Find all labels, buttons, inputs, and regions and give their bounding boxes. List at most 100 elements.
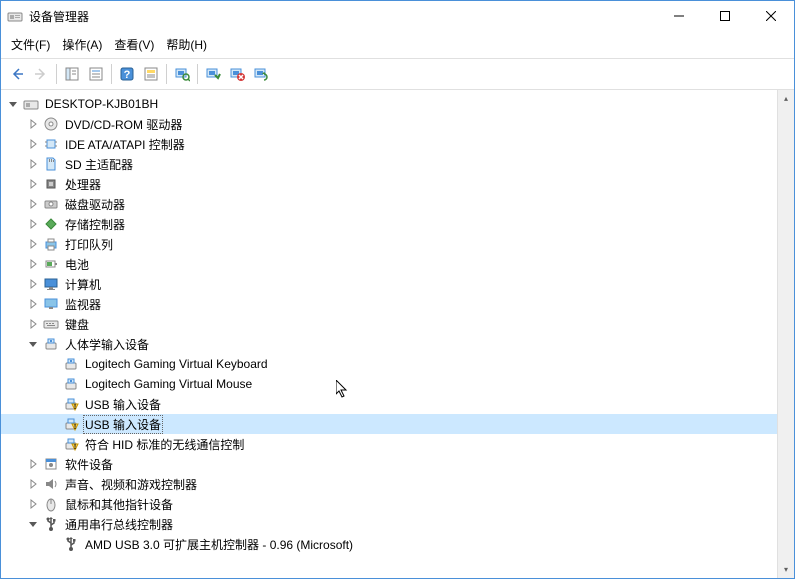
device-tree[interactable]: DESKTOP-KJB01BH DVD/CD-ROM 驱动器 IDE ATA/ATA…	[1, 90, 777, 578]
enable-button[interactable]	[201, 62, 225, 86]
hid-icon	[63, 356, 79, 372]
disc-icon	[43, 116, 59, 132]
tree-node-dvd[interactable]: DVD/CD-ROM 驱动器	[1, 114, 777, 134]
menu-view[interactable]: 查看(V)	[108, 33, 160, 56]
tree-node-cpu[interactable]: 处理器	[1, 174, 777, 194]
menubar: 文件(F) 操作(A) 查看(V) 帮助(H)	[1, 31, 794, 59]
expand-icon[interactable]	[25, 476, 41, 492]
toolbar-separator	[111, 64, 112, 84]
tree-node-label: Logitech Gaming Virtual Mouse	[83, 377, 254, 391]
tree-node-disk[interactable]: 磁盘驱动器	[1, 194, 777, 214]
collapse-icon[interactable]	[25, 516, 41, 532]
tree-node-usb1[interactable]: AMD USB 3.0 可扩展主机控制器 - 0.96 (Microsoft)	[1, 534, 777, 554]
show-hide-tree-button[interactable]	[60, 62, 84, 86]
tree-node-label: USB 输入设备	[83, 396, 163, 413]
expand-icon[interactable]	[25, 456, 41, 472]
tree-node-hid5[interactable]: !符合 HID 标准的无线通信控制	[1, 434, 777, 454]
tree-node-storage[interactable]: 存储控制器	[1, 214, 777, 234]
content-area: DESKTOP-KJB01BH DVD/CD-ROM 驱动器 IDE ATA/ATA…	[1, 90, 794, 578]
update-driver-button[interactable]	[249, 62, 273, 86]
menu-action[interactable]: 操作(A)	[56, 33, 108, 56]
tree-node-label: 监视器	[63, 296, 103, 313]
expand-icon[interactable]	[25, 156, 41, 172]
drive-icon	[43, 196, 59, 212]
tree-node-hid4[interactable]: !USB 输入设备	[1, 414, 777, 434]
help-button[interactable]: ?	[115, 62, 139, 86]
computer-icon	[23, 96, 39, 112]
tree-node-hid3[interactable]: ! USB 输入设备	[1, 394, 777, 414]
tree-node-label: 通用串行总线控制器	[63, 516, 175, 533]
expand-icon[interactable]	[25, 216, 41, 232]
tree-node-label: DESKTOP-KJB01BH	[43, 97, 160, 111]
svg-text:!: !	[74, 404, 76, 411]
tree-node-label: 电池	[63, 256, 91, 273]
audio-icon	[43, 476, 59, 492]
hid-warn-icon: !	[63, 416, 79, 432]
tree-node-root[interactable]: DESKTOP-KJB01BH	[1, 94, 777, 114]
chip-icon	[43, 136, 59, 152]
scan-button[interactable]	[170, 62, 194, 86]
back-button[interactable]	[5, 62, 29, 86]
tree-node-label: AMD USB 3.0 可扩展主机控制器 - 0.96 (Microsoft)	[83, 536, 355, 553]
tree-node-label: 软件设备	[63, 456, 115, 473]
expand-icon[interactable]	[25, 316, 41, 332]
expand-icon[interactable]	[25, 496, 41, 512]
hid-warn-icon: !	[63, 436, 79, 452]
svg-text:?: ?	[124, 69, 131, 81]
minimize-button[interactable]	[656, 1, 702, 31]
expand-icon[interactable]	[25, 196, 41, 212]
hid-icon	[63, 376, 79, 392]
scroll-down-icon[interactable]: ▾	[778, 561, 794, 578]
forward-button[interactable]	[29, 62, 53, 86]
tree-node-usb[interactable]: 通用串行总线控制器	[1, 514, 777, 534]
close-button[interactable]	[748, 1, 794, 31]
monitor-icon	[43, 276, 59, 292]
keyboard-icon	[43, 316, 59, 332]
tree-node-ide[interactable]: IDE ATA/ATAPI 控制器	[1, 134, 777, 154]
scroll-up-icon[interactable]: ▴	[778, 90, 794, 107]
collapse-icon[interactable]	[25, 336, 41, 352]
tree-node-mouse[interactable]: 鼠标和其他指针设备	[1, 494, 777, 514]
expand-icon[interactable]	[25, 296, 41, 312]
vertical-scrollbar[interactable]: ▴ ▾	[777, 90, 794, 578]
tree-node-keyboard[interactable]: 键盘	[1, 314, 777, 334]
usb-icon	[63, 536, 79, 552]
uninstall-button[interactable]	[225, 62, 249, 86]
mouse-icon	[43, 496, 59, 512]
tree-node-software[interactable]: 软件设备	[1, 454, 777, 474]
expand-icon[interactable]	[25, 136, 41, 152]
tree-node-label: IDE ATA/ATAPI 控制器	[63, 136, 187, 153]
expand-icon[interactable]	[25, 256, 41, 272]
tree-node-hid1[interactable]: Logitech Gaming Virtual Keyboard	[1, 354, 777, 374]
tree-node-label: 磁盘驱动器	[63, 196, 127, 213]
tree-node-battery[interactable]: 电池	[1, 254, 777, 274]
tree-node-hid2[interactable]: Logitech Gaming Virtual Mouse	[1, 374, 777, 394]
menu-help[interactable]: 帮助(H)	[160, 33, 213, 56]
expand-icon[interactable]	[25, 236, 41, 252]
device-manager-window: 设备管理器 文件(F) 操作(A) 查看(V) 帮助(H) ? DESKTOP-…	[0, 0, 795, 579]
expand-icon[interactable]	[25, 176, 41, 192]
tree-node-label: Logitech Gaming Virtual Keyboard	[83, 357, 270, 371]
tree-node-label: 键盘	[63, 316, 91, 333]
maximize-button[interactable]	[702, 1, 748, 31]
hid-icon	[43, 336, 59, 352]
expand-icon[interactable]	[25, 116, 41, 132]
battery-icon	[43, 256, 59, 272]
properties-button[interactable]	[84, 62, 108, 86]
collapse-icon[interactable]	[5, 96, 21, 112]
cpu-icon	[43, 176, 59, 192]
tree-node-audio[interactable]: 声音、视频和游戏控制器	[1, 474, 777, 494]
menu-file[interactable]: 文件(F)	[5, 33, 56, 56]
tree-node-label: SD 主适配器	[63, 156, 135, 173]
tree-node-hid[interactable]: 人体学输入设备	[1, 334, 777, 354]
tree-node-print[interactable]: 打印队列	[1, 234, 777, 254]
toolbar: ?	[1, 59, 794, 90]
titlebar: 设备管理器	[1, 1, 794, 31]
toolbar-separator	[166, 64, 167, 84]
expand-icon[interactable]	[25, 276, 41, 292]
tree-node-computer[interactable]: 计算机	[1, 274, 777, 294]
tree-node-monitor[interactable]: 监视器	[1, 294, 777, 314]
usb-icon	[43, 516, 59, 532]
action-button[interactable]	[139, 62, 163, 86]
tree-node-sd[interactable]: SD 主适配器	[1, 154, 777, 174]
